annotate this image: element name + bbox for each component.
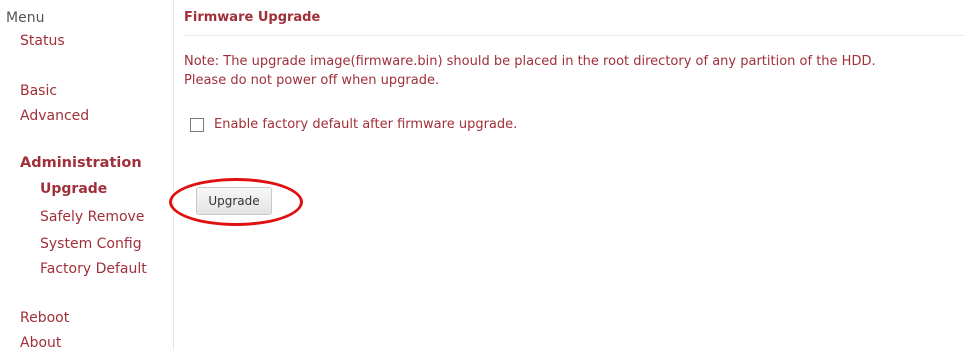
sidebar-menu: Menu Status Basic Advanced Administratio… xyxy=(0,0,174,350)
sidebar-item-basic[interactable]: Basic xyxy=(20,82,57,100)
factory-default-checkbox-label[interactable]: Enable factory default after firmware up… xyxy=(214,117,517,132)
sidebar-item-status[interactable]: Status xyxy=(20,32,65,50)
sidebar-item-factory-default[interactable]: Factory Default xyxy=(40,260,147,278)
factory-default-checkbox[interactable] xyxy=(190,117,204,132)
sidebar-item-upgrade[interactable]: Upgrade xyxy=(40,180,107,198)
sidebar-item-safely-remove[interactable]: Safely Remove xyxy=(40,208,144,226)
title-divider xyxy=(184,35,965,36)
factory-default-option: Enable factory default after firmware up… xyxy=(190,117,517,132)
router-admin-page: Menu Status Basic Advanced Administratio… xyxy=(0,0,965,350)
note-line-2: Please do not power off when upgrade. xyxy=(184,73,440,88)
sidebar-item-advanced[interactable]: Advanced xyxy=(20,107,89,125)
upgrade-note: Note: The upgrade image(firmware.bin) sh… xyxy=(184,52,964,90)
main-content: Firmware Upgrade Note: The upgrade image… xyxy=(184,0,965,350)
menu-heading: Menu xyxy=(6,10,45,26)
sidebar-item-administration[interactable]: Administration xyxy=(20,154,142,172)
sidebar-item-reboot[interactable]: Reboot xyxy=(20,309,69,327)
page-title: Firmware Upgrade xyxy=(184,10,321,25)
note-line-1: Note: The upgrade image(firmware.bin) sh… xyxy=(184,54,876,69)
sidebar-item-system-config[interactable]: System Config xyxy=(40,235,142,253)
sidebar-item-about[interactable]: About xyxy=(20,334,61,350)
upgrade-button[interactable]: Upgrade xyxy=(196,187,272,215)
